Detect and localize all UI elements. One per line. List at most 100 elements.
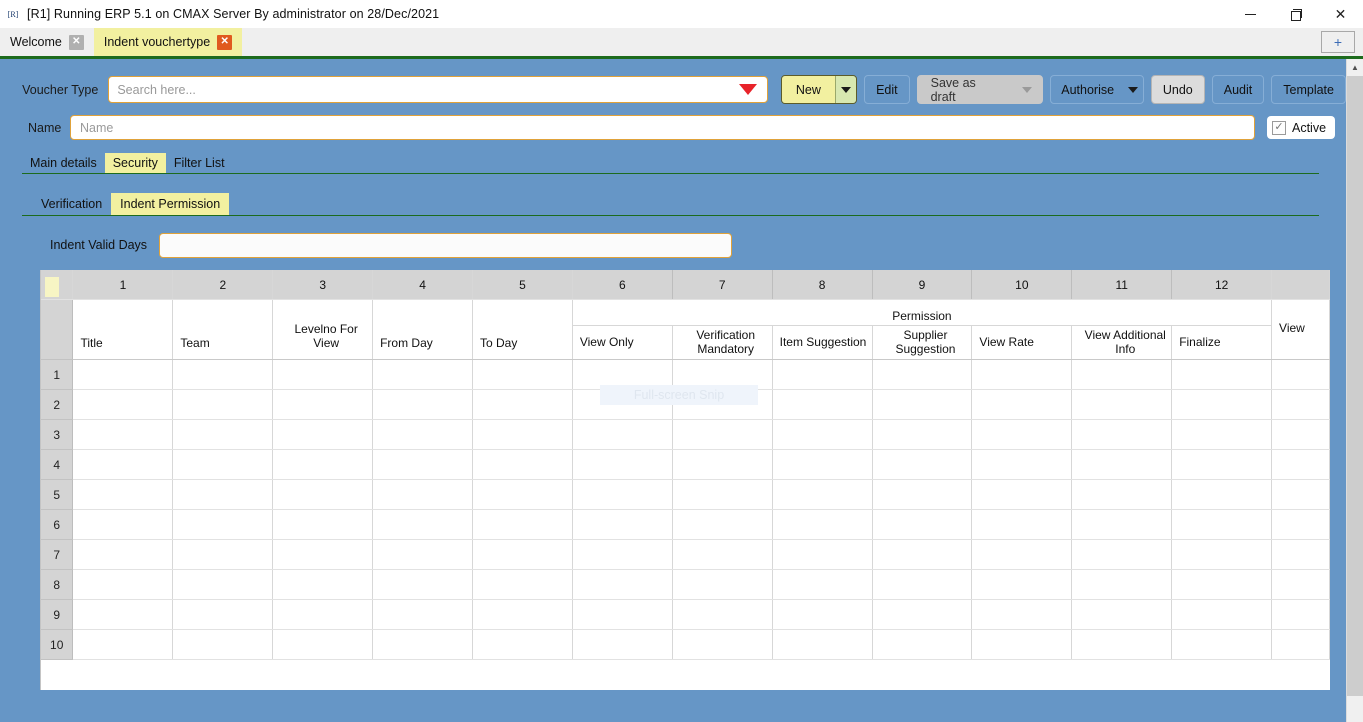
grid-cell[interactable]: [472, 419, 573, 450]
tab-filter-list[interactable]: Filter List: [166, 153, 233, 173]
grid-permission-cells[interactable]: [572, 599, 1273, 630]
grid-colnum-7[interactable]: 7: [673, 270, 773, 299]
grid-cell[interactable]: [573, 540, 673, 569]
grid-cell[interactable]: [372, 359, 473, 390]
grid-cell[interactable]: [873, 360, 973, 389]
grid-row-number[interactable]: 1: [41, 359, 74, 390]
grid-colnum-6[interactable]: 6: [573, 270, 673, 299]
grid-permission-cells[interactable]: [572, 359, 1273, 390]
name-input[interactable]: [71, 120, 1254, 135]
grid-cell[interactable]: [1271, 359, 1330, 390]
grid-cell[interactable]: [1172, 480, 1271, 509]
grid-row-number[interactable]: 5: [41, 479, 74, 510]
grid-cell[interactable]: [673, 510, 773, 539]
grid-cell[interactable]: [472, 629, 573, 660]
authorise-button-dropdown[interactable]: [1124, 76, 1143, 103]
name-field-box[interactable]: [70, 115, 1255, 140]
grid-cell[interactable]: [272, 359, 374, 390]
grid-colnum-10[interactable]: 10: [972, 270, 1073, 299]
grid-cell[interactable]: [72, 449, 174, 480]
grid-cell[interactable]: [573, 570, 673, 599]
grid-colnum-9[interactable]: 9: [873, 270, 973, 299]
grid-permission-cells[interactable]: [572, 629, 1273, 660]
active-checkbox-group[interactable]: ✓ Active: [1267, 116, 1336, 139]
table-row[interactable]: 4: [41, 449, 1330, 480]
grid-cell[interactable]: [372, 449, 473, 480]
grid-cell[interactable]: [573, 420, 673, 449]
indent-valid-days-input[interactable]: [160, 233, 732, 257]
grid-cell[interactable]: [673, 450, 773, 479]
vertical-scrollbar[interactable]: ▲: [1346, 59, 1363, 722]
table-row[interactable]: 6: [41, 509, 1330, 540]
grid-cell[interactable]: [372, 509, 473, 540]
grid-cell[interactable]: [372, 479, 473, 510]
grid-cell[interactable]: [72, 629, 174, 660]
grid-cell[interactable]: [272, 419, 374, 450]
grid-cell[interactable]: [1172, 390, 1271, 419]
grid-cell[interactable]: [172, 539, 274, 570]
grid-permission-cells[interactable]: [572, 509, 1273, 540]
grid-row-number[interactable]: 3: [41, 419, 74, 450]
table-row[interactable]: 3: [41, 419, 1330, 450]
grid-cell[interactable]: [472, 479, 573, 510]
grid-cell[interactable]: [1271, 449, 1330, 480]
new-button[interactable]: New: [780, 75, 858, 104]
undo-button[interactable]: Undo: [1150, 75, 1205, 104]
grid-cell[interactable]: [873, 510, 973, 539]
grid-cell[interactable]: [1271, 479, 1330, 510]
grid-cell[interactable]: [1072, 600, 1173, 629]
grid-cell[interactable]: [873, 480, 973, 509]
grid-cell[interactable]: [72, 389, 174, 420]
grid-cell[interactable]: [972, 540, 1073, 569]
grid-cell[interactable]: [472, 599, 573, 630]
grid-cell[interactable]: [1072, 630, 1173, 659]
grid-cell[interactable]: [573, 390, 673, 419]
grid-cell[interactable]: [1072, 390, 1173, 419]
grid-cell[interactable]: [472, 569, 573, 600]
grid-cell[interactable]: [1271, 569, 1330, 600]
grid-permission-cells[interactable]: [572, 479, 1273, 510]
grid-cell[interactable]: [272, 569, 374, 600]
grid-cell[interactable]: [1172, 540, 1271, 569]
grid-cell[interactable]: [972, 510, 1073, 539]
grid-permission-cells[interactable]: [572, 389, 1273, 420]
grid-row-number[interactable]: 4: [41, 449, 74, 480]
grid-corner-cell[interactable]: [41, 270, 74, 300]
grid-cell[interactable]: [573, 600, 673, 629]
grid-cell[interactable]: [773, 390, 873, 419]
grid-cell[interactable]: [72, 479, 174, 510]
grid-cell[interactable]: [72, 599, 174, 630]
grid-cell[interactable]: [172, 419, 274, 450]
grid-cell[interactable]: [372, 629, 473, 660]
grid-cell[interactable]: [472, 389, 573, 420]
grid-colnum-1[interactable]: 1: [72, 270, 174, 300]
grid-cell[interactable]: [972, 360, 1073, 389]
tab-welcome-close-icon[interactable]: ✕: [68, 34, 84, 50]
grid-cell[interactable]: [1271, 599, 1330, 630]
grid-cell[interactable]: [573, 360, 673, 389]
grid-cell[interactable]: [972, 600, 1073, 629]
grid-cell[interactable]: [1271, 509, 1330, 540]
grid-cell[interactable]: [873, 390, 973, 419]
grid-cell[interactable]: [1072, 480, 1173, 509]
minimize-button[interactable]: [1228, 0, 1273, 28]
grid-cell[interactable]: [1172, 420, 1271, 449]
tab-indent-vouchertype-close-icon[interactable]: ✕: [217, 34, 233, 50]
grid-cell[interactable]: [372, 569, 473, 600]
dropdown-caret-icon[interactable]: [738, 84, 757, 95]
grid-cell[interactable]: [773, 510, 873, 539]
scroll-up-arrow-icon[interactable]: ▲: [1347, 59, 1363, 76]
grid-cell[interactable]: [72, 419, 174, 450]
grid-cell[interactable]: [172, 509, 274, 540]
template-button[interactable]: Template: [1271, 75, 1346, 104]
grid-cell[interactable]: [873, 420, 973, 449]
grid-cell[interactable]: [1172, 570, 1271, 599]
grid-cell[interactable]: [172, 569, 274, 600]
grid-cell[interactable]: [372, 419, 473, 450]
add-tab-button[interactable]: +: [1321, 31, 1355, 53]
grid-cell[interactable]: [1072, 420, 1173, 449]
grid-cell[interactable]: [1072, 360, 1173, 389]
grid-cell[interactable]: [673, 390, 773, 419]
grid-cell[interactable]: [773, 540, 873, 569]
grid-cell[interactable]: [873, 450, 973, 479]
